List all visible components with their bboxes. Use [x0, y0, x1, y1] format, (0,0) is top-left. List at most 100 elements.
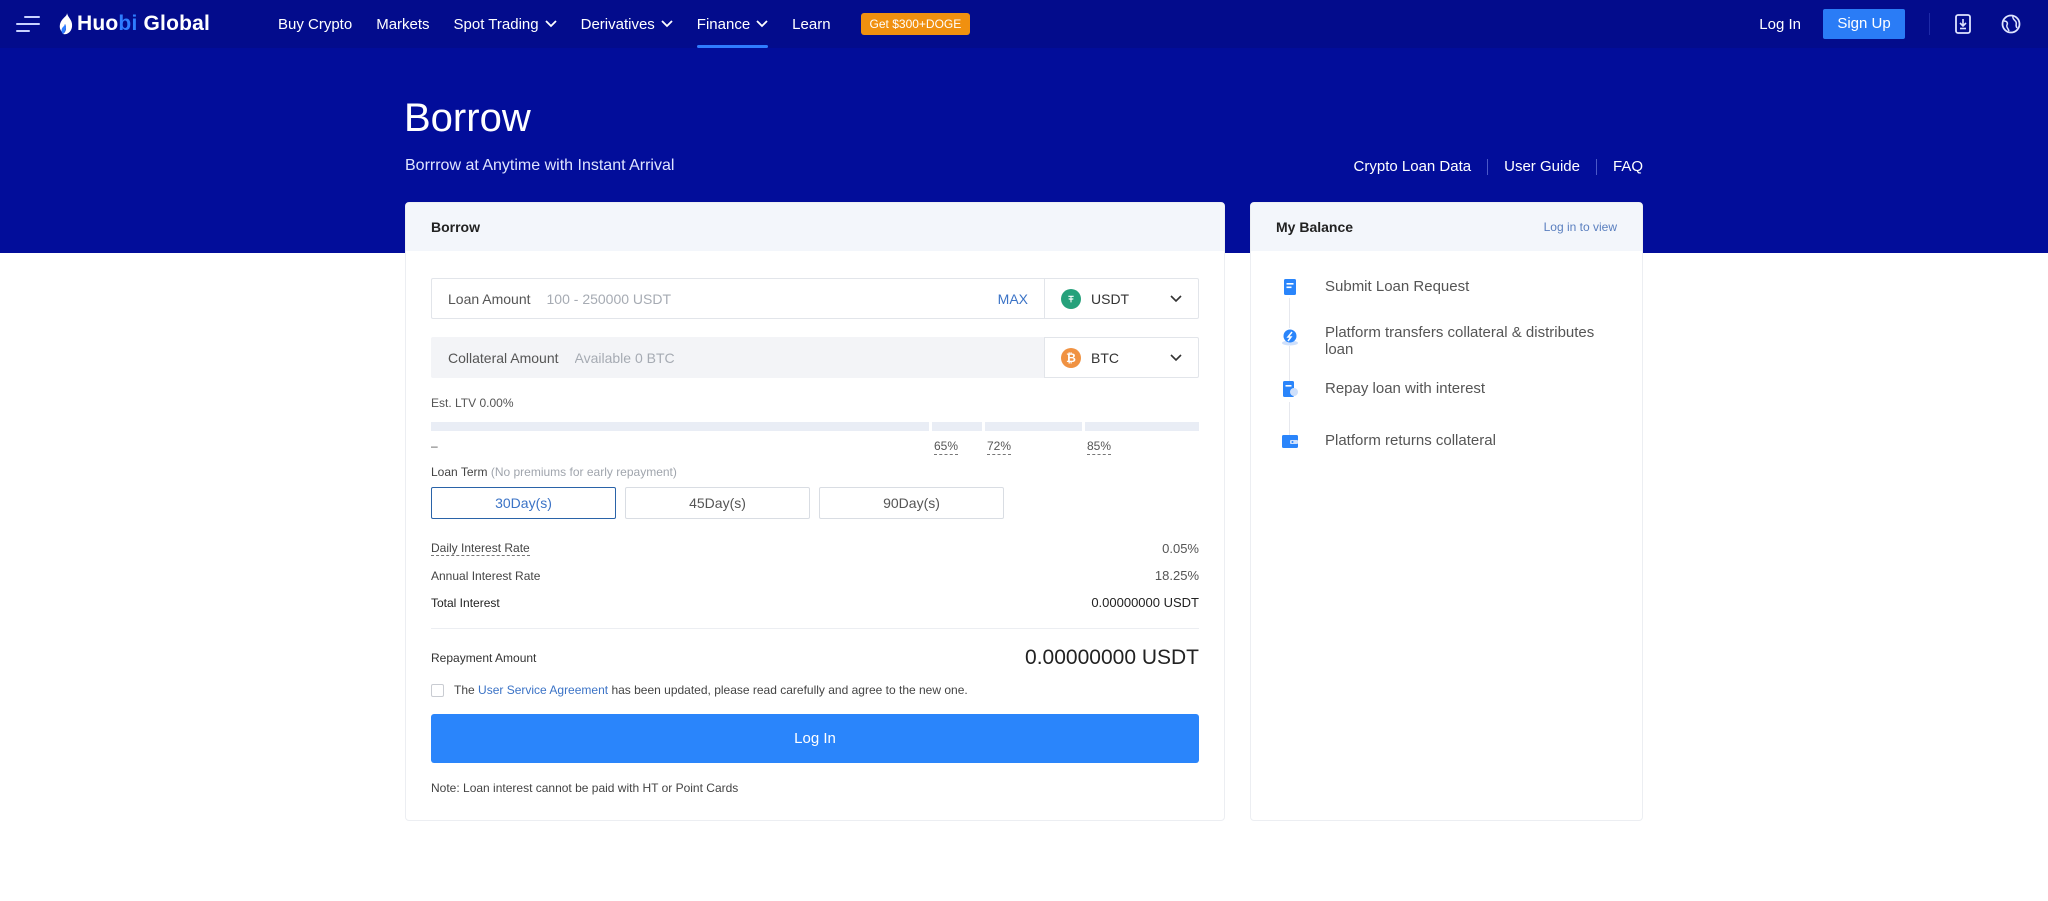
total-interest-label: Total Interest	[431, 595, 500, 610]
nav-item-spot-trading[interactable]: Spot Trading	[454, 0, 557, 48]
step-label: Platform transfers collateral & distribu…	[1325, 324, 1595, 358]
ltv-segment-65	[932, 422, 982, 431]
loan-coin-select[interactable]: USDT	[1044, 278, 1199, 319]
annual-rate-label: Annual Interest Rate	[431, 568, 541, 583]
link-separator	[1487, 158, 1489, 175]
loan-steps: Submit Loan Request Platform transfers c…	[1281, 278, 1615, 472]
nav-label: Spot Trading	[453, 15, 539, 33]
chevron-down-icon	[544, 20, 557, 28]
nav-label: Buy Crypto	[278, 15, 353, 33]
balance-card: My Balance Log in to view Submit Loan Re…	[1250, 202, 1643, 821]
ltv-current-value: –	[431, 439, 438, 453]
rate-summary: Daily Interest Rate 0.05% Annual Interes…	[431, 535, 1199, 616]
repayment-label: Repayment Amount	[431, 651, 537, 665]
logo[interactable]: Huo bi Global	[58, 10, 210, 38]
balance-card-title: My Balance	[1276, 219, 1354, 235]
document-icon	[1284, 279, 1296, 295]
term-option-45[interactable]: 45Day(s)	[625, 487, 810, 519]
nav-label: Finance	[696, 15, 751, 33]
ltv-segment-safe	[431, 422, 929, 431]
promo-badge[interactable]: Get $300+DOGE	[860, 13, 971, 35]
nav-item-derivatives[interactable]: Derivatives	[581, 0, 673, 48]
login-submit-button[interactable]: Log In	[431, 714, 1199, 763]
user-guide-link[interactable]: User Guide	[1504, 158, 1580, 175]
login-to-view-link[interactable]: Log in to view	[1544, 220, 1617, 234]
loan-amount-field: Loan Amount MAX	[431, 278, 1044, 319]
step-transfer: Platform transfers collateral & distribu…	[1281, 324, 1615, 380]
loan-term-title: Loan Term	[431, 465, 488, 479]
repayment-amount: 0.00000000 USDT	[1025, 646, 1199, 669]
ltv-mark-65[interactable]: 65%	[934, 439, 959, 455]
globe-language-icon[interactable]	[2000, 13, 2022, 35]
nav-item-finance[interactable]: Finance	[696, 0, 769, 48]
logo-text-b: bi	[118, 12, 138, 35]
borrow-form: Loan Amount MAX USDT Collateral Amount ₿…	[431, 278, 1199, 795]
borrow-card-header: Borrow	[406, 203, 1224, 251]
nav-login-link[interactable]: Log In	[1759, 16, 1801, 33]
logo-text-a: Huo	[77, 12, 119, 35]
menu-icon[interactable]	[14, 15, 42, 33]
interest-note: Note: Loan interest cannot be paid with …	[431, 781, 739, 795]
collateral-amount-input[interactable]	[574, 349, 1028, 366]
nav-label: Derivatives	[580, 15, 655, 33]
nav-label: Learn	[792, 15, 831, 33]
term-option-90[interactable]: 90Day(s)	[819, 487, 1004, 519]
faq-link[interactable]: FAQ	[1613, 158, 1643, 175]
agreement-suffix: has been updated, please read carefully …	[611, 683, 968, 697]
term-option-30[interactable]: 30Day(s)	[431, 487, 616, 519]
collateral-coin-name: BTC	[1091, 349, 1119, 366]
step-label: Platform returns collateral	[1325, 432, 1496, 449]
ltv-segment-85	[1085, 422, 1199, 431]
btc-coin-icon: ₿	[1061, 347, 1081, 368]
total-interest-row: Total Interest 0.00000000 USDT	[431, 589, 1199, 616]
user-service-agreement-link[interactable]: User Service Agreement	[478, 683, 608, 697]
ltv-bar	[431, 422, 1199, 431]
daily-rate-value: 0.05%	[1162, 541, 1199, 556]
step-label: Submit Loan Request	[1325, 278, 1470, 295]
ltv-mark-72[interactable]: 72%	[987, 439, 1012, 455]
ltv-marks: – 65% 72% 85%	[431, 439, 1199, 465]
collateral-amount-field: Collateral Amount	[431, 337, 1044, 378]
borrow-card: Borrow Loan Amount MAX USDT Collateral A…	[405, 202, 1225, 821]
nav-item-buy-crypto[interactable]: Buy Crypto	[278, 0, 352, 48]
agreement-prefix: The	[454, 683, 475, 697]
loan-amount-label: Loan Amount	[448, 290, 531, 307]
nav-item-markets[interactable]: Markets	[376, 0, 429, 48]
chevron-down-icon	[661, 20, 673, 28]
step-label: Repay loan with interest	[1325, 380, 1486, 397]
loan-amount-input[interactable]	[546, 290, 998, 307]
agreement-checkbox[interactable]	[431, 683, 444, 697]
step-submit: Submit Loan Request	[1281, 278, 1615, 324]
balance-card-header: My Balance Log in to view	[1251, 203, 1642, 251]
transfer-icon	[1282, 329, 1298, 346]
collateral-coin-select[interactable]: ₿ BTC	[1044, 337, 1199, 378]
loan-coin-name: USDT	[1091, 290, 1130, 307]
loan-term-hint: (No premiums for early repayment)	[490, 465, 677, 479]
nav-right: Log In Sign Up	[1759, 0, 2048, 48]
step-repay: Repay loan with interest	[1281, 380, 1615, 432]
logo-text-c: Global	[137, 12, 211, 35]
ltv-label: Est. LTV 0.00%	[431, 396, 514, 410]
repayment-row: Repayment Amount 0.00000000 USDT	[431, 643, 1199, 673]
signup-button[interactable]: Sign Up	[1823, 9, 1905, 39]
header-links: Crypto Loan Data User Guide FAQ	[1354, 158, 1643, 175]
divider	[431, 628, 1199, 629]
loan-term-options: 30Day(s) 45Day(s) 90Day(s)	[431, 487, 1199, 519]
nav-item-learn[interactable]: Learn	[792, 0, 830, 48]
ltv-mark-85[interactable]: 85%	[1087, 439, 1112, 455]
daily-rate-label[interactable]: Daily Interest Rate	[431, 541, 530, 556]
loan-amount-row: Loan Amount MAX USDT	[431, 278, 1199, 319]
chevron-down-icon	[1170, 294, 1182, 302]
nav-divider	[1929, 13, 1930, 35]
chevron-down-icon	[1170, 353, 1182, 361]
top-nav: Huo bi Global Buy Crypto Markets Spot Tra…	[0, 0, 2048, 48]
nav-label: Markets	[376, 15, 430, 33]
daily-rate-row: Daily Interest Rate 0.05%	[431, 535, 1199, 562]
crypto-loan-data-link[interactable]: Crypto Loan Data	[1354, 158, 1472, 175]
download-app-icon[interactable]	[1952, 13, 1974, 35]
collateral-amount-row: Collateral Amount ₿ BTC	[431, 337, 1199, 378]
repay-icon	[1283, 381, 1298, 397]
max-button[interactable]: MAX	[998, 291, 1028, 307]
agreement-row: The User Service Agreement has been upda…	[431, 683, 1199, 697]
ltv-segment-72	[985, 422, 1082, 431]
